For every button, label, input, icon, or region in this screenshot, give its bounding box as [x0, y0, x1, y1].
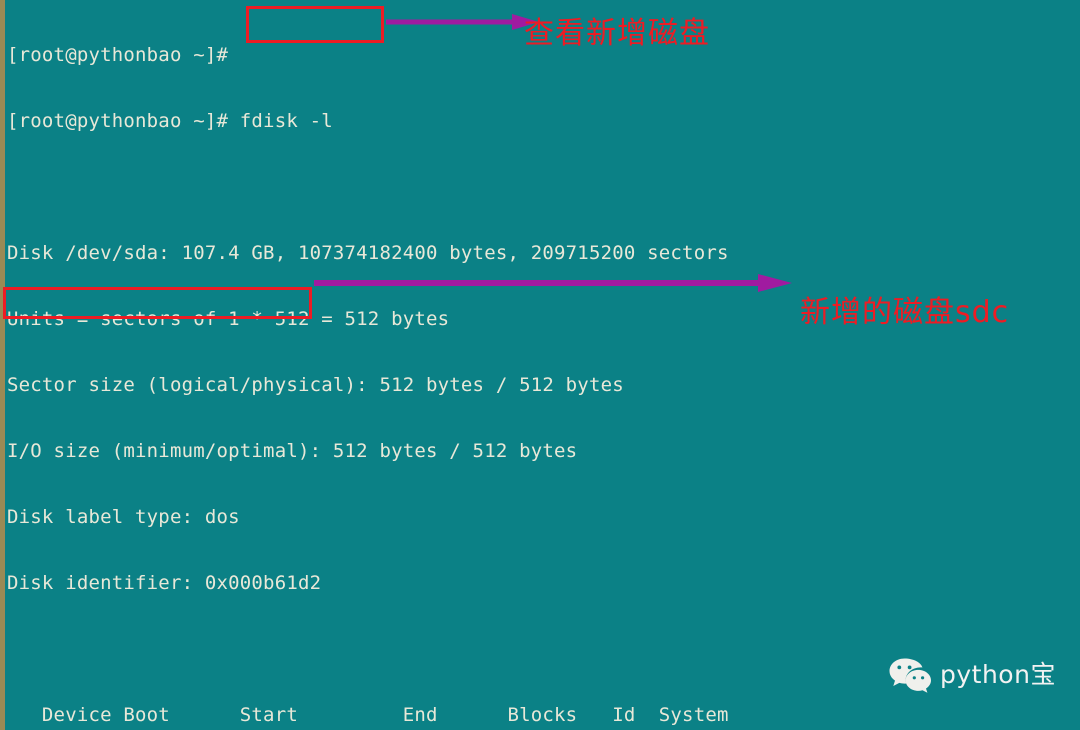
terminal-line-command: [root@pythonbao ~]# fdisk -l	[7, 110, 333, 132]
annotation-note-view-new-disk: 查看新增磁盘	[524, 16, 710, 51]
partition-table-header: Device Boot Start End Blocks Id System	[7, 704, 729, 726]
terminal-line: I/O size (minimum/optimal): 512 bytes / …	[7, 440, 578, 462]
terminal-screenshot: [root@pythonbao ~]# [root@pythonbao ~]# …	[0, 0, 1080, 730]
terminal-line: Disk /dev/sda: 107.4 GB, 107374182400 by…	[7, 242, 729, 264]
terminal-output[interactable]: [root@pythonbao ~]# [root@pythonbao ~]# …	[5, 0, 1080, 730]
terminal-line: Sector size (logical/physical): 512 byte…	[7, 374, 624, 396]
annotation-note-new-disk-sdc: 新增的磁盘sdc	[800, 295, 1010, 330]
terminal-line: Disk identifier: 0x000b61d2	[7, 572, 322, 594]
terminal-line: Disk label type: dos	[7, 506, 240, 528]
